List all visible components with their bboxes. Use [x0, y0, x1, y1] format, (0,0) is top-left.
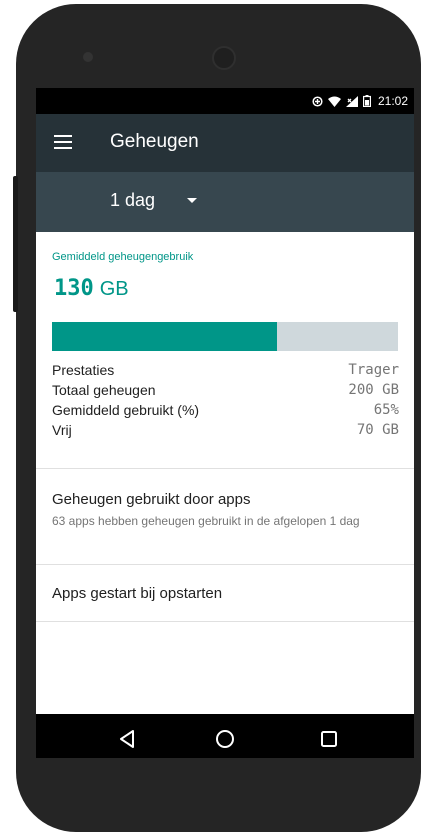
- data-saver-icon: [312, 95, 323, 107]
- back-icon[interactable]: [114, 726, 140, 752]
- front-camera: [212, 46, 236, 70]
- average-usage-number: 130: [54, 276, 94, 301]
- stat-row: Gemiddeld gebruikt (%) 65%: [52, 402, 399, 422]
- side-button: [13, 176, 18, 312]
- screen: 21:02 Geheugen 1 dag Gemiddeld geheugeng…: [36, 88, 414, 758]
- stat-row: Prestaties Trager: [52, 362, 399, 382]
- average-usage-unit: GB: [99, 278, 129, 300]
- period-dropdown[interactable]: 1 dag: [110, 190, 198, 211]
- app-bar: Geheugen: [36, 114, 414, 172]
- startup-apps-item[interactable]: Apps gestart bij opstarten: [36, 565, 414, 621]
- stat-label: Gemiddeld gebruikt (%): [52, 402, 200, 418]
- dropdown-arrow-icon: [187, 198, 198, 203]
- stat-value: 65%: [373, 402, 399, 418]
- page-title: Geheugen: [110, 131, 199, 152]
- memory-stats: Prestaties Trager Totaal geheugen 200 GB…: [52, 362, 399, 442]
- period-selected-value: 1 dag: [110, 190, 156, 210]
- navigation-bar: [36, 714, 414, 758]
- startup-apps-title: Apps gestart bij opstarten: [52, 585, 223, 602]
- average-usage-value: 130 GB: [54, 276, 129, 301]
- stat-value: 200 GB: [348, 382, 399, 398]
- apps-memory-item[interactable]: Geheugen gebruikt door apps 63 apps hebb…: [36, 469, 414, 564]
- stat-value: Trager: [348, 362, 399, 378]
- stat-row: Vrij 70 GB: [52, 422, 399, 442]
- average-usage-label: Gemiddeld geheugengebruik: [52, 251, 194, 263]
- status-bar: 21:02: [36, 88, 414, 114]
- stat-label: Prestaties: [52, 362, 115, 378]
- usage-progress-bar: [52, 322, 398, 351]
- stat-value: 70 GB: [356, 422, 399, 438]
- home-icon[interactable]: [212, 726, 238, 752]
- recents-icon[interactable]: [316, 726, 342, 752]
- stat-row: Totaal geheugen 200 GB: [52, 382, 399, 402]
- apps-memory-title: Geheugen gebruikt door apps: [52, 491, 251, 508]
- wifi-icon: [327, 96, 341, 107]
- period-selector-bar: 1 dag: [36, 172, 414, 232]
- battery-icon: [362, 95, 371, 107]
- apps-memory-subtitle: 63 apps hebben geheugen gebruikt in de a…: [52, 514, 360, 528]
- stat-label: Vrij: [52, 422, 72, 438]
- sensor-dot: [83, 52, 93, 62]
- usage-progress-fill: [52, 322, 277, 351]
- status-time: 21:02: [377, 94, 408, 108]
- stat-label: Totaal geheugen: [52, 382, 156, 398]
- signal-icon: [345, 95, 358, 107]
- menu-icon[interactable]: [54, 135, 72, 149]
- divider: [36, 621, 414, 622]
